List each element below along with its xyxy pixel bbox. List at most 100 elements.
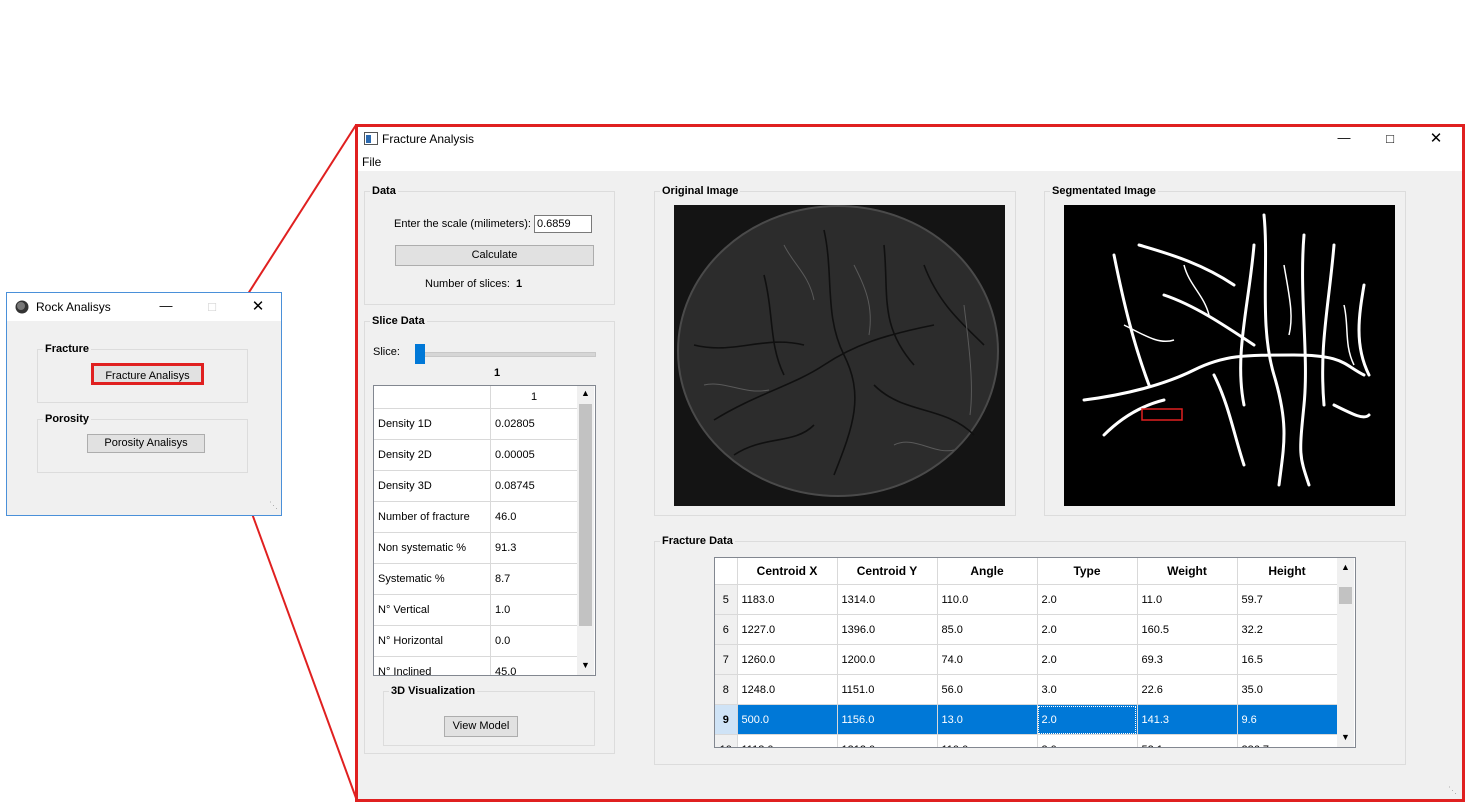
table-cell[interactable]: 32.2 xyxy=(1237,614,1338,645)
table-cell[interactable]: 160.5 xyxy=(1137,614,1238,645)
table-cell[interactable]: 1248.0 xyxy=(737,674,838,705)
minimize-icon[interactable]: — xyxy=(1321,127,1367,149)
column-header-type[interactable]: Type xyxy=(1037,558,1138,585)
table-cell[interactable]: 13.0 xyxy=(937,704,1038,735)
scale-input[interactable] xyxy=(534,215,592,233)
column-header-weight[interactable]: Weight xyxy=(1137,558,1238,585)
slice-row[interactable]: N° Vertical 1.0 xyxy=(374,594,577,626)
slice-data-table[interactable]: 1 Density 1D 0.02805 Density 2D 0.00005 De… xyxy=(373,385,596,676)
scroll-up-icon[interactable]: ▲ xyxy=(1341,562,1350,572)
column-header-centroid-x[interactable]: Centroid X xyxy=(737,558,838,585)
table-cell[interactable]: 1314.0 xyxy=(837,584,938,615)
menu-file[interactable]: File xyxy=(362,155,381,169)
table-cell[interactable]: 286.7 xyxy=(1237,734,1338,747)
table-cell[interactable]: 59.7 xyxy=(1237,584,1338,615)
table-cell[interactable]: 110.0 xyxy=(937,584,1038,615)
table-cell[interactable]: 11.0 xyxy=(1137,584,1238,615)
table-cell[interactable]: 9.6 xyxy=(1237,704,1338,735)
scroll-down-icon[interactable]: ▼ xyxy=(581,660,590,670)
slices-value: 1 xyxy=(516,278,523,290)
row-index[interactable]: 8 xyxy=(715,674,738,705)
slice-table-scroll-thumb[interactable] xyxy=(579,404,592,626)
table-cell[interactable]: 16.5 xyxy=(1237,644,1338,675)
table-cell[interactable]: 1200.0 xyxy=(837,644,938,675)
slice-row-value[interactable]: 0.00005 xyxy=(490,439,577,471)
slice-row-value[interactable]: 91.3 xyxy=(490,532,577,564)
scroll-down-icon[interactable]: ▼ xyxy=(1341,732,1350,742)
row-index[interactable]: 7 xyxy=(715,644,738,675)
row-index[interactable]: 9 xyxy=(715,704,738,735)
row-index[interactable]: 10 xyxy=(715,734,738,747)
porosity-analisys-button[interactable]: Porosity Analisys xyxy=(87,434,205,453)
table-cell[interactable]: 1396.0 xyxy=(837,614,938,645)
table-cell[interactable]: 52.1 xyxy=(1137,734,1238,747)
maximize-icon[interactable]: □ xyxy=(189,293,235,321)
slice-row[interactable]: Density 2D 0.00005 xyxy=(374,439,577,471)
slice-row[interactable]: Systematic % 8.7 xyxy=(374,563,577,595)
table-row-selected[interactable]: 9 500.0 1156.0 13.0 2.0 141.3 9.6 xyxy=(715,704,1338,735)
resize-grip-icon[interactable]: ⋱ xyxy=(269,500,278,511)
slice-row[interactable]: N° Inclined 45.0 xyxy=(374,656,577,675)
table-cell[interactable]: 1183.0 xyxy=(737,584,838,615)
table-cell[interactable]: 110.0 xyxy=(937,734,1038,747)
fracture-data-table[interactable]: Centroid X Centroid Y Angle Type Weight … xyxy=(714,557,1356,748)
close-icon[interactable]: ✕ xyxy=(1413,127,1459,151)
row-index[interactable]: 6 xyxy=(715,614,738,645)
slice-row-value[interactable]: 46.0 xyxy=(490,501,577,533)
table-row[interactable]: 5 1183.0 1314.0 110.0 2.0 11.0 59.7 xyxy=(715,584,1338,615)
slice-slider-handle[interactable] xyxy=(415,344,425,364)
fracture-table-scroll-thumb[interactable] xyxy=(1339,587,1352,604)
slice-row[interactable]: Non systematic % 91.3 xyxy=(374,532,577,564)
table-cell[interactable]: 2.0 xyxy=(1037,704,1138,735)
minimize-icon[interactable]: — xyxy=(143,293,189,319)
table-cell[interactable]: 2.0 xyxy=(1037,584,1138,615)
table-cell[interactable]: 22.6 xyxy=(1137,674,1238,705)
slice-row-value[interactable]: 0.02805 xyxy=(490,408,577,440)
slice-row[interactable]: Density 1D 0.02805 xyxy=(374,408,577,440)
view-model-button[interactable]: View Model xyxy=(444,716,518,737)
data-group-title: Data xyxy=(370,185,398,197)
table-cell[interactable]: 500.0 xyxy=(737,704,838,735)
calculate-button[interactable]: Calculate xyxy=(395,245,594,266)
table-row[interactable]: 8 1248.0 1151.0 56.0 3.0 22.6 35.0 xyxy=(715,674,1338,705)
close-icon[interactable]: ✕ xyxy=(235,293,281,321)
table-cell[interactable]: 69.3 xyxy=(1137,644,1238,675)
table-cell[interactable]: 85.0 xyxy=(937,614,1038,645)
table-cell[interactable]: 1118.0 xyxy=(737,734,838,747)
table-row[interactable]: 6 1227.0 1396.0 85.0 2.0 160.5 32.2 xyxy=(715,614,1338,645)
slice-row[interactable]: N° Horizontal 0.0 xyxy=(374,625,577,657)
slice-row-value[interactable]: 0.0 xyxy=(490,625,577,657)
table-cell[interactable]: 2.0 xyxy=(1037,614,1138,645)
slice-slider-track[interactable] xyxy=(416,352,596,357)
table-cell[interactable]: 1151.0 xyxy=(837,674,938,705)
fracture-analisys-button[interactable]: Fracture Analisys xyxy=(91,363,204,385)
table-row[interactable]: 7 1260.0 1200.0 74.0 2.0 69.3 16.5 xyxy=(715,644,1338,675)
table-cell[interactable]: 35.0 xyxy=(1237,674,1338,705)
table-cell[interactable]: 1227.0 xyxy=(737,614,838,645)
slice-row[interactable]: Number of fracture 46.0 xyxy=(374,501,577,533)
slice-row[interactable]: Density 3D 0.08745 xyxy=(374,470,577,502)
table-cell[interactable]: 1260.0 xyxy=(737,644,838,675)
table-cell[interactable]: 3.0 xyxy=(1037,734,1138,747)
column-header-angle[interactable]: Angle xyxy=(937,558,1038,585)
table-cell[interactable]: 141.3 xyxy=(1137,704,1238,735)
slice-row-value[interactable]: 1.0 xyxy=(490,594,577,626)
column-header-height[interactable]: Height xyxy=(1237,558,1338,585)
table-cell[interactable]: 56.0 xyxy=(937,674,1038,705)
maximize-icon[interactable]: □ xyxy=(1367,127,1413,151)
table-row[interactable]: 10 1118.0 1312.0 110.0 3.0 52.1 286.7 xyxy=(715,734,1338,747)
slice-row-value[interactable]: 45.0 xyxy=(490,656,577,675)
scroll-up-icon[interactable]: ▲ xyxy=(581,388,590,398)
table-cell[interactable]: 1156.0 xyxy=(837,704,938,735)
column-header-centroid-y[interactable]: Centroid Y xyxy=(837,558,938,585)
table-cell[interactable]: 74.0 xyxy=(937,644,1038,675)
fracture-table-scrollbar[interactable]: ▲ ▼ xyxy=(1337,558,1354,747)
table-cell[interactable]: 2.0 xyxy=(1037,644,1138,675)
table-cell[interactable]: 1312.0 xyxy=(837,734,938,747)
resize-grip-icon[interactable]: ⋱ xyxy=(1448,785,1457,796)
slice-row-value[interactable]: 0.08745 xyxy=(490,470,577,502)
table-cell[interactable]: 3.0 xyxy=(1037,674,1138,705)
slice-table-scrollbar[interactable]: ▲ ▼ xyxy=(577,386,594,675)
slice-row-value[interactable]: 8.7 xyxy=(490,563,577,595)
row-index[interactable]: 5 xyxy=(715,584,738,615)
